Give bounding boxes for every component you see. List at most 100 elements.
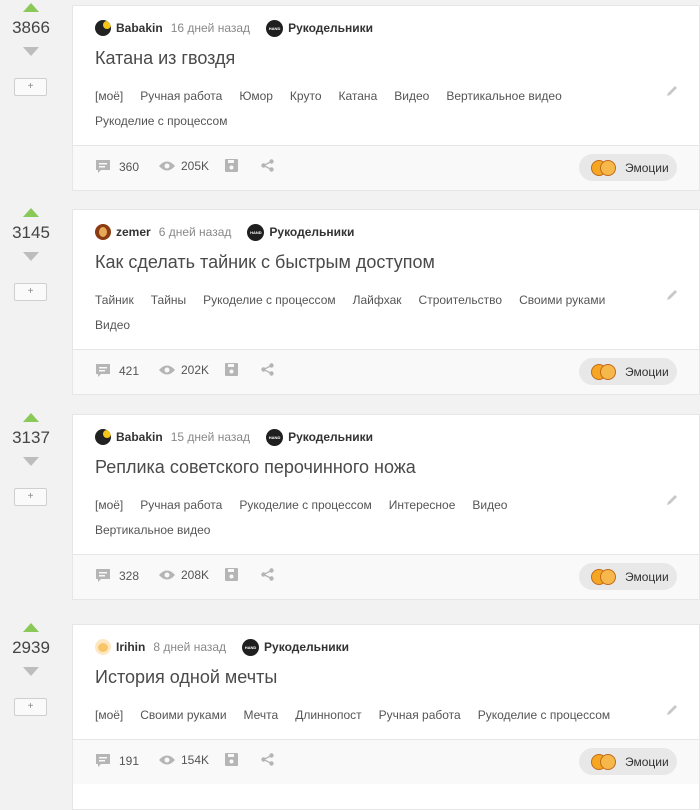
emotions-button[interactable]: Эмоции [579, 563, 677, 590]
tag[interactable]: Видео [394, 84, 429, 109]
avatar[interactable] [95, 20, 111, 36]
comments-count: 421 [119, 363, 140, 378]
tag[interactable]: [моё] [95, 84, 123, 109]
post-title[interactable]: Реплика советского перочинного ножа [95, 457, 416, 478]
share-icon [261, 753, 274, 766]
post-time[interactable]: 16 дней назад [171, 21, 250, 35]
comments-counter[interactable]: 421 [95, 363, 139, 378]
tag[interactable]: Рукоделие с процессом [95, 109, 227, 134]
post-meta: Babakin 16 дней назад HAND MADE Рукодель… [95, 19, 373, 48]
post-time[interactable]: 15 дней назад [171, 430, 250, 444]
tag-list: Тайник Тайны Рукоделие с процессом Лайфхак С… [95, 288, 655, 338]
emotions-label: Эмоции [625, 569, 669, 584]
tag[interactable]: Тайны [151, 288, 186, 313]
tag[interactable]: Длиннопост [295, 703, 361, 728]
downvote-icon[interactable] [23, 667, 39, 676]
speech-bubble-icon [96, 160, 110, 173]
tag[interactable]: Катана [339, 84, 378, 109]
emoji-icon [591, 159, 616, 176]
comments-counter[interactable]: 360 [95, 159, 139, 174]
eye-icon [159, 755, 175, 765]
save-button[interactable] [225, 159, 238, 172]
tag[interactable]: Лайфхак [353, 288, 402, 313]
downvote-icon[interactable] [23, 252, 39, 261]
post-title[interactable]: Катана из гвоздя [95, 48, 235, 69]
save-button[interactable] [225, 363, 238, 376]
tag[interactable]: Интересное [389, 493, 456, 518]
community-name[interactable]: Рукодельники [264, 640, 349, 654]
comments-counter[interactable]: 328 [95, 568, 139, 583]
tag[interactable]: Мечта [244, 703, 279, 728]
post-time[interactable]: 8 дней назад [153, 640, 226, 654]
tag[interactable]: Круто [290, 84, 322, 109]
upvote-icon[interactable] [23, 3, 39, 12]
community-logo[interactable]: HAND MADE [242, 638, 260, 667]
post-title[interactable]: История одной мечты [95, 667, 277, 688]
pencil-icon[interactable] [665, 703, 679, 717]
share-button[interactable] [261, 363, 274, 376]
downvote-icon[interactable] [23, 47, 39, 56]
post: 3866 + Babakin 16 дней назад HAND MADE Р… [0, 0, 700, 192]
community-name[interactable]: Рукодельники [269, 225, 354, 239]
post-footer: 328 208K Эмоции [73, 554, 699, 599]
tag[interactable]: Ручная работа [140, 84, 222, 109]
post-title[interactable]: Как сделать тайник с быстрым доступом [95, 252, 435, 273]
community-logo[interactable]: HAND MADE [266, 428, 284, 457]
save-button[interactable] [225, 568, 238, 581]
comments-counter[interactable]: 191 [95, 753, 139, 768]
tag[interactable]: Видео [95, 313, 130, 338]
add-plus-button[interactable]: + [14, 698, 47, 716]
floppy-disk-icon [225, 753, 238, 766]
share-button[interactable] [261, 753, 274, 766]
community-name[interactable]: Рукодельники [288, 21, 373, 35]
tag[interactable]: Юмор [239, 84, 273, 109]
emotions-label: Эмоции [625, 364, 669, 379]
pencil-icon[interactable] [665, 493, 679, 507]
emotions-button[interactable]: Эмоции [579, 154, 677, 181]
save-button[interactable] [225, 753, 238, 766]
tag[interactable]: Рукоделие с процессом [203, 288, 335, 313]
tag[interactable]: Рукоделие с процессом [478, 703, 610, 728]
share-icon [261, 363, 274, 376]
tag[interactable]: Своими руками [519, 288, 605, 313]
tag[interactable]: Тайник [95, 288, 134, 313]
tag[interactable]: [моё] [95, 703, 123, 728]
add-plus-button[interactable]: + [14, 488, 47, 506]
tag[interactable]: Ручная работа [379, 703, 461, 728]
author-name[interactable]: Babakin [116, 430, 163, 444]
upvote-icon[interactable] [23, 623, 39, 632]
avatar[interactable] [95, 429, 111, 445]
add-plus-button[interactable]: + [14, 78, 47, 96]
add-plus-button[interactable]: + [14, 283, 47, 301]
share-button[interactable] [261, 568, 274, 581]
tag[interactable]: Строительство [419, 288, 503, 313]
emotions-button[interactable]: Эмоции [579, 358, 677, 385]
upvote-icon[interactable] [23, 208, 39, 217]
post-time[interactable]: 6 дней назад [159, 225, 232, 239]
avatar[interactable] [95, 639, 111, 655]
share-button[interactable] [261, 159, 274, 172]
tag[interactable]: Рукоделие с процессом [239, 493, 371, 518]
upvote-icon[interactable] [23, 413, 39, 422]
tag[interactable]: Ручная работа [140, 493, 222, 518]
author-name[interactable]: Irihin [116, 640, 145, 654]
community-logo[interactable]: HAND MADE [266, 19, 284, 48]
tag[interactable]: Вертикальное видео [446, 84, 561, 109]
author-name[interactable]: zemer [116, 225, 151, 239]
tag[interactable]: Своими руками [140, 703, 226, 728]
author-name[interactable]: Babakin [116, 21, 163, 35]
speech-bubble-icon [96, 754, 110, 767]
tag[interactable]: Видео [472, 493, 507, 518]
avatar[interactable] [95, 224, 111, 240]
views-count: 154K [181, 753, 210, 767]
tag[interactable]: Вертикальное видео [95, 518, 210, 543]
tag[interactable]: [моё] [95, 493, 123, 518]
post: 3137 + Babakin 15 дней назад HAND MADE Р… [0, 410, 700, 602]
emotions-button[interactable]: Эмоции [579, 748, 677, 775]
pencil-icon[interactable] [665, 288, 679, 302]
community-name[interactable]: Рукодельники [288, 430, 373, 444]
eye-icon [159, 570, 175, 580]
community-logo[interactable]: HAND MADE [247, 223, 265, 252]
downvote-icon[interactable] [23, 457, 39, 466]
pencil-icon[interactable] [665, 84, 679, 98]
